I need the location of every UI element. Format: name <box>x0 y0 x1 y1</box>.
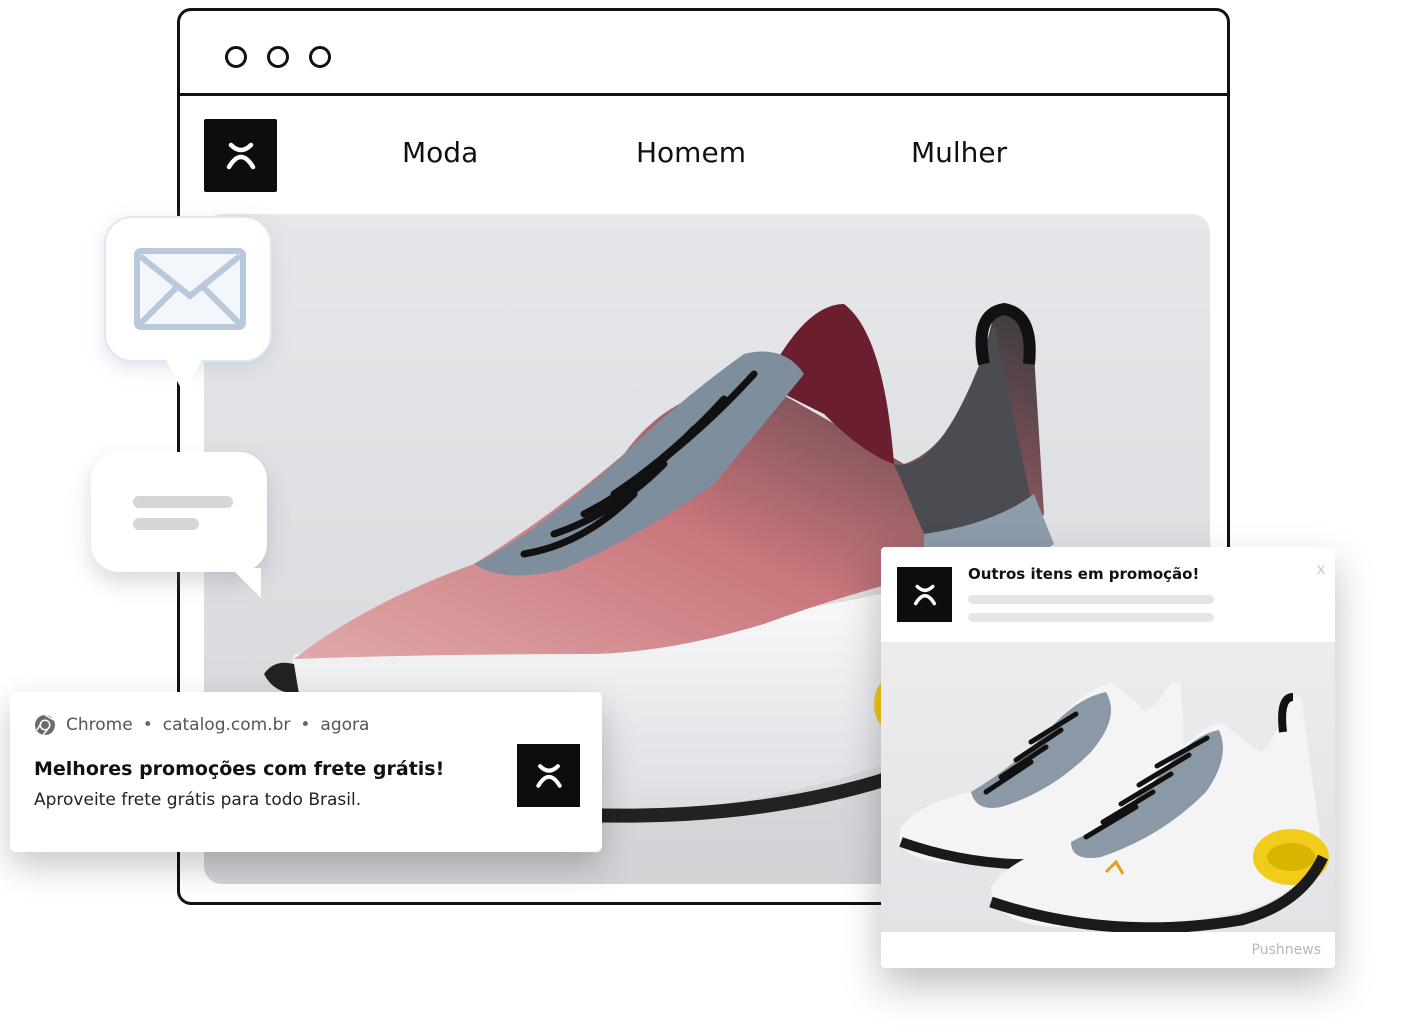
browser-titlebar <box>180 11 1227 96</box>
window-dot-icon[interactable] <box>225 46 247 68</box>
brand-logo-icon[interactable] <box>204 119 277 192</box>
separator: • <box>300 715 311 735</box>
brand-logo-icon <box>517 744 580 807</box>
window-dot-icon[interactable] <box>309 46 331 68</box>
notification-body: Aproveite frete grátis para todo Brasil. <box>34 790 362 810</box>
notification-time: agora <box>320 715 370 735</box>
placeholder-line <box>968 613 1214 622</box>
mail-bubble <box>104 216 272 394</box>
separator: • <box>142 715 153 735</box>
close-icon[interactable]: x <box>1317 561 1325 579</box>
window-dot-icon[interactable] <box>267 46 289 68</box>
nav-item-moda[interactable]: Moda <box>402 136 478 169</box>
chrome-icon <box>35 714 55 736</box>
popup-product-image[interactable] <box>881 642 1335 932</box>
notification-meta: Chrome • catalog.com.br • agora <box>34 714 369 736</box>
chat-bubble <box>91 452 267 598</box>
notification-app: Chrome <box>66 715 133 735</box>
brand-logo-icon <box>897 567 952 622</box>
nav-item-homem[interactable]: Homem <box>636 136 746 169</box>
notification-title: Melhores promoções com frete grátis! <box>34 758 445 780</box>
notification-site: catalog.com.br <box>162 715 291 735</box>
push-notification[interactable]: Chrome • catalog.com.br • agora Melhores… <box>10 692 602 852</box>
nav-item-mulher[interactable]: Mulher <box>911 136 1007 169</box>
brand-watermark: Pushnews <box>1251 942 1321 958</box>
mail-icon <box>134 248 246 330</box>
placeholder-line <box>968 595 1214 604</box>
promo-popup[interactable]: Outros itens em promoção! x Pushnews <box>881 547 1335 968</box>
popup-title: Outros itens em promoção! <box>968 565 1200 583</box>
site-navbar: Moda Homem Mulher <box>180 96 1227 211</box>
